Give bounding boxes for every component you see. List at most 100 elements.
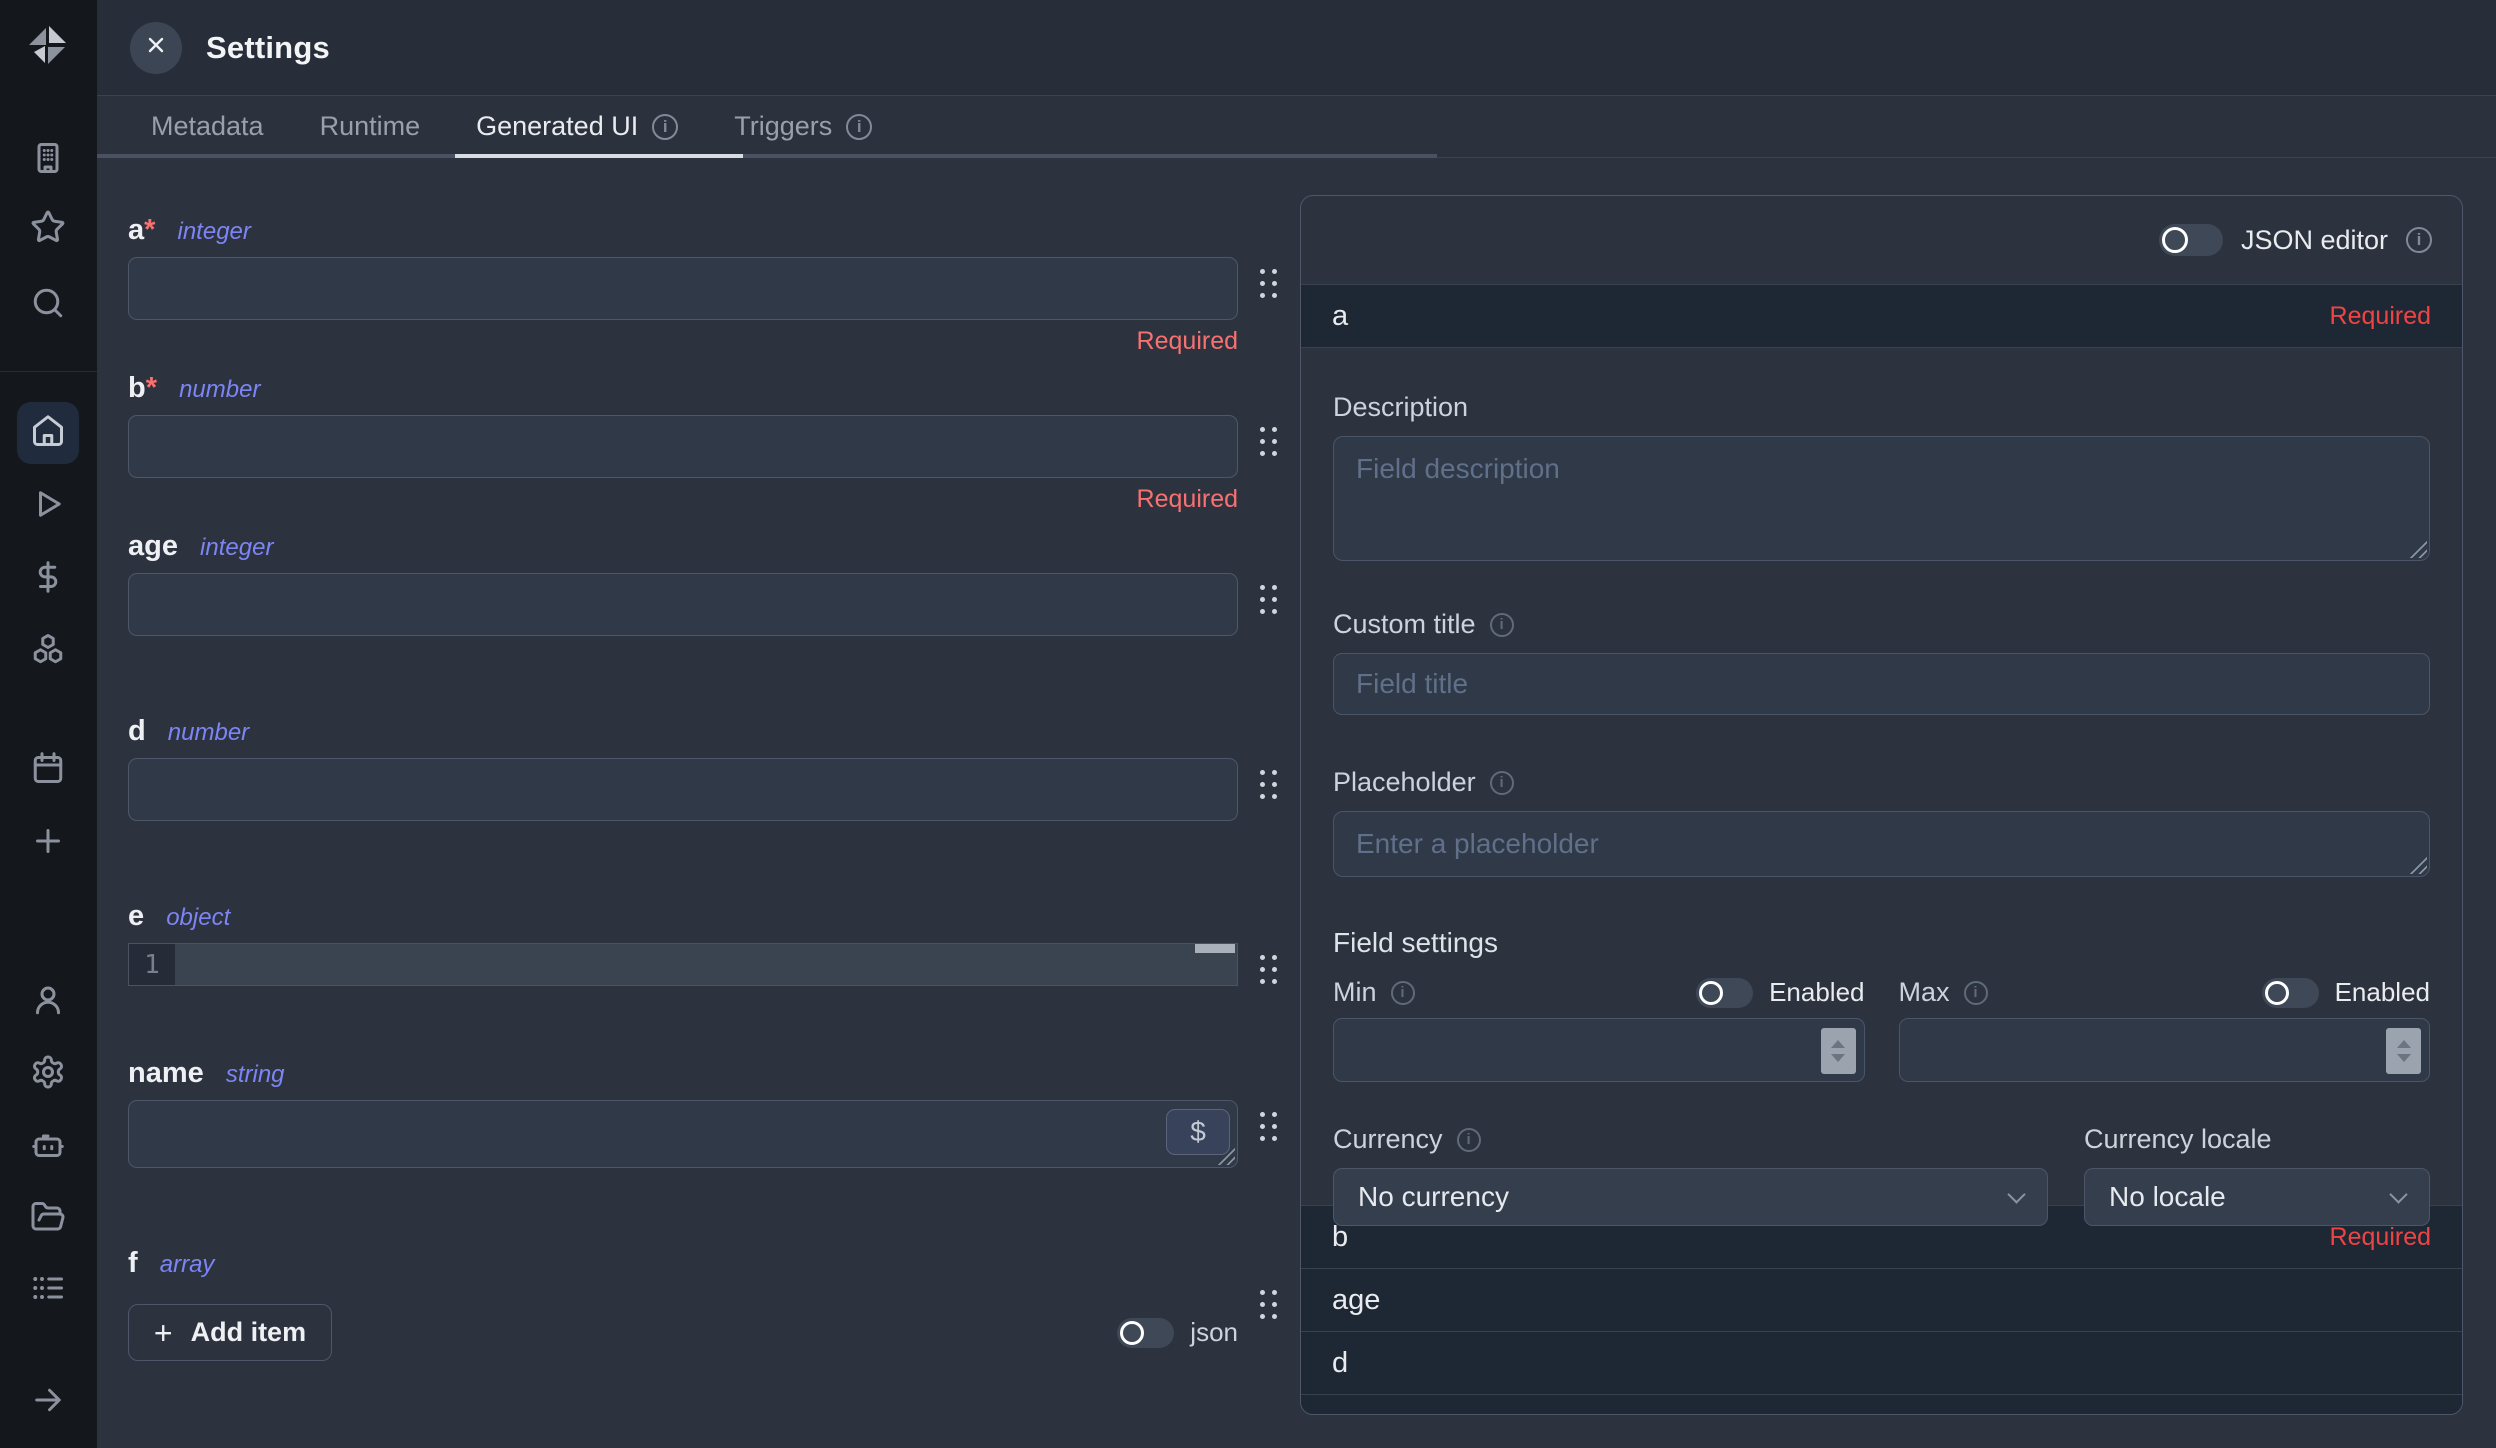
tab-triggers[interactable]: Triggers i (734, 96, 872, 157)
sidebar-item-workers[interactable] (17, 1116, 79, 1178)
placeholder-text: Field description (1356, 453, 1560, 485)
home-icon (30, 413, 66, 454)
number-spinner[interactable] (1821, 1028, 1856, 1074)
page-title: Settings (206, 30, 330, 66)
field-type: string (226, 1061, 285, 1088)
info-icon: i (1490, 613, 1514, 637)
boxes-icon (30, 631, 66, 672)
sidebar-item-workspace[interactable] (17, 129, 79, 191)
sidebar-item-resources[interactable] (17, 620, 79, 682)
schema-inspector-pane: JSON editor i a Required Description Fie… (1300, 158, 2496, 1448)
generated-ui-content: a* integer Required b* number (97, 158, 2496, 1448)
label-text: Currency (1333, 1124, 1443, 1155)
chevron-down-icon (2389, 1185, 2407, 1203)
sidebar-item-runs[interactable] (17, 475, 79, 537)
custom-title-label: Custom title i (1333, 609, 2430, 640)
field-block-e: e object 1 (128, 900, 1298, 1057)
accordion-field-name: d (1332, 1347, 1348, 1380)
plus-icon (30, 823, 66, 864)
json-mode-toggle[interactable] (1117, 1318, 1174, 1348)
currency-settings: Currency i No currency Curren (1333, 1124, 2430, 1226)
tab-metadata[interactable]: Metadata (151, 96, 264, 157)
editor-scrollbar[interactable] (1195, 944, 1235, 953)
sidebar-item-search[interactable] (17, 274, 79, 336)
currency-select[interactable]: No currency (1333, 1168, 2048, 1226)
sidebar-item-account[interactable] (17, 971, 79, 1033)
field-label: d number (128, 715, 1298, 748)
field-label: e object (128, 900, 1298, 933)
tab-generated-ui[interactable]: Generated UI i (476, 96, 678, 157)
info-icon: i (2406, 227, 2432, 253)
resize-grip-icon[interactable] (2407, 854, 2427, 874)
field-name: b (128, 372, 146, 404)
sidebar-item-logs[interactable] (17, 1259, 79, 1321)
sidebar-item-create[interactable] (17, 812, 79, 874)
info-icon: i (1457, 1128, 1481, 1152)
accordion-header-age[interactable]: age (1301, 1268, 2462, 1331)
max-number-input[interactable] (1899, 1018, 2431, 1082)
min-setting: Min i Enabled (1333, 977, 1865, 1082)
accordion-header-partial[interactable] (1301, 1394, 2462, 1414)
resize-grip-icon[interactable] (2407, 538, 2427, 558)
min-number-input[interactable] (1333, 1018, 1865, 1082)
field-label: age integer (128, 530, 1298, 563)
drag-handle[interactable] (1238, 1100, 1298, 1141)
json-object-editor[interactable]: 1 (128, 943, 1238, 986)
max-enabled-toggle[interactable] (2262, 978, 2319, 1008)
form-preview-pane: a* integer Required b* number (97, 158, 1300, 1448)
placeholder-label: Placeholder i (1333, 767, 2430, 798)
sidebar-item-home[interactable] (17, 402, 79, 464)
field-type: number (168, 719, 249, 746)
min-max-settings: Min i Enabled (1333, 977, 2430, 1082)
field-input-age[interactable] (128, 573, 1238, 636)
folder-open-icon (30, 1199, 66, 1240)
info-icon: i (1391, 981, 1415, 1005)
json-editor-toggle[interactable] (2159, 224, 2223, 256)
drag-handle[interactable] (1238, 943, 1298, 984)
field-error: Required (128, 485, 1238, 513)
accordion-header-a[interactable]: a Required (1301, 284, 2462, 347)
variable-picker-button[interactable]: $ (1166, 1109, 1230, 1155)
currency-locale-select[interactable]: No locale (2084, 1168, 2430, 1226)
label-text: Custom title (1333, 609, 1476, 640)
field-block-a: a* integer Required (128, 214, 1298, 355)
field-textarea-name[interactable]: $ (128, 1100, 1238, 1168)
accordion-header-d[interactable]: d (1301, 1331, 2462, 1394)
field-type: integer (178, 218, 251, 245)
field-input-d[interactable] (128, 758, 1238, 821)
number-spinner[interactable] (2386, 1028, 2421, 1074)
active-tab-underline (455, 154, 743, 158)
label-text: Currency locale (2084, 1124, 2272, 1155)
placeholder-text: Enter a placeholder (1356, 828, 1599, 860)
sidebar-item-expand[interactable] (17, 1371, 79, 1433)
drag-handle[interactable] (1238, 758, 1298, 799)
field-input-a[interactable] (128, 257, 1238, 320)
tab-baseline (97, 154, 1437, 158)
logs-icon (30, 1270, 66, 1311)
sidebar-item-favorites[interactable] (17, 198, 79, 260)
sidebar-item-variables[interactable] (17, 548, 79, 610)
close-button[interactable] (130, 22, 182, 74)
sidebar-item-folders[interactable] (17, 1188, 79, 1250)
sidebar-item-settings[interactable] (17, 1043, 79, 1105)
sidebar-item-schedules[interactable] (17, 739, 79, 801)
play-icon (30, 486, 66, 527)
add-item-button[interactable]: + Add item (128, 1304, 332, 1361)
field-name: name (128, 1057, 204, 1089)
field-block-d: d number (128, 715, 1298, 849)
windmill-logo-icon (24, 22, 72, 70)
max-setting: Max i Enabled (1899, 977, 2431, 1082)
field-block-f: f array + Add item (128, 1247, 1298, 1361)
field-input-b[interactable] (128, 415, 1238, 478)
tab-runtime[interactable]: Runtime (320, 96, 421, 157)
drag-handle[interactable] (1238, 415, 1298, 456)
selected-value: No locale (2109, 1181, 2226, 1213)
drag-handle[interactable] (1238, 257, 1298, 298)
field-name: e (128, 900, 144, 932)
drag-handle[interactable] (1238, 1290, 1298, 1319)
min-enabled-toggle[interactable] (1696, 978, 1753, 1008)
custom-title-input[interactable] (1333, 653, 2430, 715)
placeholder-textarea[interactable]: Enter a placeholder (1333, 811, 2430, 877)
description-textarea[interactable]: Field description (1333, 436, 2430, 561)
drag-handle[interactable] (1238, 573, 1298, 614)
